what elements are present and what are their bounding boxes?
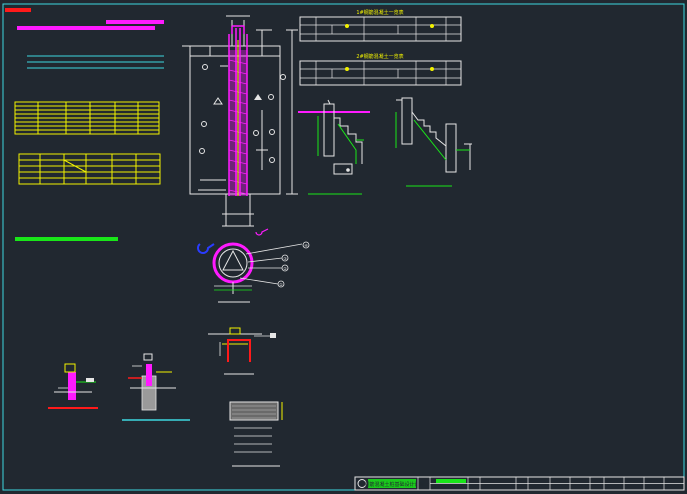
elevation-2-label: 2#钢筋混凝土一览表 (356, 53, 403, 60)
callout-3-label: ③ (283, 256, 287, 261)
title-block: 某钢筋混凝土桩基础设计详图 (354, 476, 685, 491)
magenta-title-bar (17, 26, 155, 30)
elevation-1-label: 1#钢筋混凝土一览表 (356, 9, 403, 16)
cyan-note-lines (27, 55, 164, 69)
magenta-title-bar-short (106, 20, 164, 24)
green-note-bar (15, 237, 118, 241)
rebar-schedule-table-2 (18, 153, 161, 185)
drawing-frame-border (2, 3, 685, 491)
callout-2-label: ② (283, 266, 287, 271)
cad-drawing-canvas[interactable]: 1#钢筋混凝土一览表 2#钢筋混凝土一览表 ④ ③ ② ① 某钢筋混凝土桩基础设… (0, 0, 687, 494)
hatched-strip-detail (229, 401, 283, 467)
red-note-tag (5, 8, 31, 12)
footing-detail-2 (122, 353, 190, 421)
callout-1-label: ① (279, 282, 283, 287)
cap-detail (208, 327, 276, 375)
stair-detail-1 (298, 99, 370, 195)
pile-elevation-view (182, 15, 298, 227)
elevation-strip-1: 1#钢筋混凝土一览表 (299, 9, 462, 42)
pile-cross-section: ④ ③ ② ① (197, 228, 310, 303)
title-block-project-name: 某钢筋混凝土桩基础设计详图 (359, 481, 424, 488)
elevation-strip-2: 2#钢筋混凝土一览表 (299, 53, 462, 86)
stair-detail-2 (395, 97, 472, 187)
footing-detail-1 (48, 363, 98, 409)
callout-4-label: ④ (304, 243, 308, 248)
rebar-schedule-table-1 (14, 101, 160, 135)
